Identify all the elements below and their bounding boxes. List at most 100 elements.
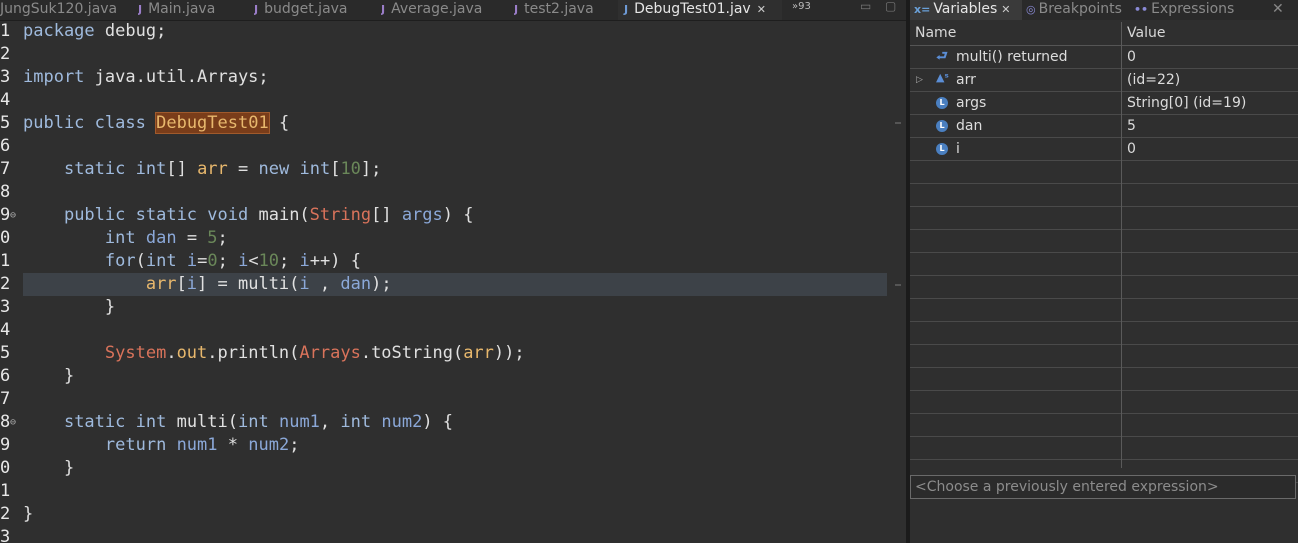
code-line[interactable]: 3 [0,526,900,543]
code-line[interactable]: 2 [0,43,900,66]
tab-average[interactable]: J Average.java [381,0,506,20]
tab-label: Main.java [148,1,216,17]
column-header-value[interactable]: Value [1127,22,1165,44]
line-number[interactable]: 8 [0,181,20,204]
code-line[interactable]: 7 [0,388,900,411]
return-value-icon: ⮐ [936,49,948,64]
line-number[interactable]: 3 [0,526,20,543]
current-instruction-line[interactable]: 2 arr[i] = multi(i , dan); [0,273,900,296]
empty-row [910,437,1298,460]
code-line[interactable]: 5 System.out.println(Arrays.toString(arr… [0,342,900,365]
code-line[interactable]: 4 [0,89,900,112]
variable-value: (id=22) [1127,72,1181,88]
tab-jungsuk120[interactable]: JungSuk120.java [0,0,130,20]
close-view-icon[interactable]: ✕ [1272,0,1292,20]
expressions-icon: •• [1134,3,1149,16]
overview-ruler-marker[interactable] [895,122,901,124]
debug-view-tabs: x= Variables ✕ ◎ Breakpoints •• Expressions … [910,0,1298,20]
code-line[interactable]: 6 [0,135,900,158]
line-number[interactable]: 4 [0,89,20,112]
line-number[interactable]: 5 [0,342,20,365]
empty-row [910,299,1298,322]
code-line[interactable]: 7 static int[] arr = new int[10]; [0,158,900,181]
fold-toggle-icon[interactable]: ⊖ [10,204,16,227]
variable-row[interactable]: ⮐ multi() returned 0 [910,46,1298,69]
code-line[interactable]: 1 for(int i=0; i<10; i++) { [0,250,900,273]
code-text: package debug; [23,21,167,41]
line-number[interactable]: 0 [0,457,20,480]
code-editor[interactable]: JungSuk120.java J Main.java Jbudget.java … [0,0,906,543]
line-number[interactable]: 4 [0,319,20,342]
line-number[interactable]: 7 [0,388,20,411]
empty-row [910,345,1298,368]
line-number[interactable]: 1 [0,480,20,503]
variable-row[interactable]: Largs String[0] (id=19) [910,92,1298,115]
variable-row[interactable]: ▷ ▲ˢ arr (id=22) [910,69,1298,92]
tab-breakpoints[interactable]: ◎ Breakpoints [1026,0,1134,20]
variable-name: i [956,141,960,157]
code-line[interactable]: 0 int dan = 5; [0,227,900,250]
variables-view: x= Variables ✕ ◎ Breakpoints •• Expressions … [910,0,1298,543]
overview-ruler-marker[interactable] [895,284,901,286]
variable-value: String[0] (id=19) [1127,95,1247,111]
maximize-icon[interactable]: ▢ [885,0,896,20]
line-number[interactable]: 7 [0,158,20,181]
line-number[interactable]: 5 [0,112,20,135]
code-text: } [23,504,34,524]
tab-debugtest01[interactable]: J DebugTest01.jav ✕ [618,0,782,20]
line-number[interactable]: 9 [0,434,20,457]
code-line[interactable]: 6 } [0,365,900,388]
tab-budget[interactable]: Jbudget.java [254,0,372,20]
code-line[interactable]: 3 import java.util.Arrays; [0,66,900,89]
expand-arrow-icon[interactable]: ▷ [916,69,923,91]
close-icon[interactable]: ✕ [757,3,766,16]
empty-row [910,322,1298,345]
code-line[interactable]: 8 [0,181,900,204]
line-number[interactable]: 2 [0,273,20,296]
code-line[interactable]: 9 ⊖ public static void main(String[] args… [0,204,900,227]
line-number[interactable]: 2 [0,43,20,66]
line-number[interactable]: 3 [0,296,20,319]
tab-main[interactable]: J Main.java [138,0,266,20]
expression-input[interactable]: <Choose a previously entered expression> [910,475,1296,499]
code-line[interactable]: 1 [0,480,900,503]
code-line[interactable]: 0 } [0,457,900,480]
line-number[interactable]: 0 [0,227,20,250]
tab-expressions[interactable]: •• Expressions [1134,0,1244,20]
code-line[interactable]: 8 ⊖ static int multi(int num1, int num2) … [0,411,900,434]
variable-row[interactable]: Ldan 5 [910,115,1298,138]
line-number[interactable]: 2 [0,503,20,526]
more-tabs-button[interactable]: »93 [792,0,811,20]
fold-toggle-icon[interactable]: ⊖ [10,411,16,434]
line-number[interactable]: 1 [0,20,20,43]
code-line[interactable]: 4 [0,319,900,342]
tab-variables[interactable]: x= Variables ✕ [910,0,1022,20]
code-line[interactable]: 5 public class DebugTest01 { [0,112,900,135]
tab-label: Average.java [391,1,483,17]
code-line[interactable]: 2} [0,503,900,526]
column-header-name[interactable]: Name [915,22,956,44]
line-number[interactable]: 1 [0,250,20,273]
line-number[interactable]: 3 [0,66,20,89]
code-text: for(int i=0; i<10; i++) { [104,251,361,271]
tab-label: budget.java [264,1,348,17]
overflow-count: 93 [798,1,811,12]
code-line[interactable]: 3 } [0,296,900,319]
close-icon[interactable]: ✕ [1001,3,1010,16]
code-text: } [23,366,75,386]
variable-name: dan [956,118,983,134]
minimize-icon[interactable]: ▭ [860,0,871,20]
column-divider[interactable] [1121,22,1122,468]
line-number[interactable]: 6 [0,135,20,158]
empty-row [910,276,1298,299]
code-line[interactable]: 9 return num1 * num2; [0,434,900,457]
table-header: Name Value [910,22,1298,46]
java-file-icon: J [624,3,629,16]
code-text: public class DebugTest01 { [23,112,290,134]
line-number[interactable]: 6 [0,365,20,388]
variable-row[interactable]: Li 0 [910,138,1298,161]
code-line[interactable]: 1 package debug; [0,20,900,43]
code-area[interactable]: 1 package debug; 2 3 import java.util.Arrays… [0,20,900,543]
tab-test2[interactable]: Jtest2.java [514,0,618,20]
code-text: } [23,458,75,478]
